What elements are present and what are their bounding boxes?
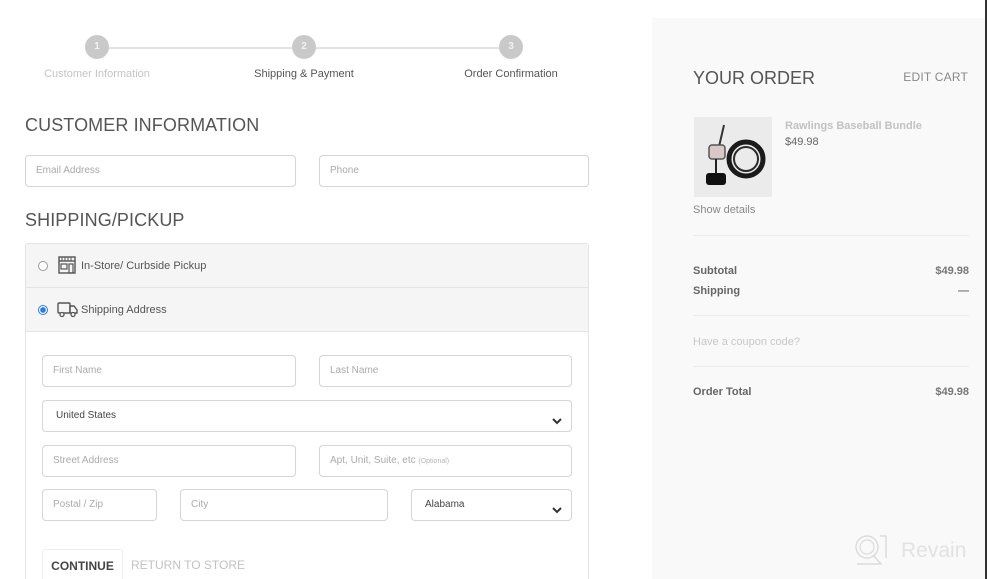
return-to-store-link[interactable]: RETURN TO STORE bbox=[131, 558, 245, 572]
revain-watermark: Revain bbox=[853, 533, 978, 569]
shipping-row: Shipping — bbox=[693, 285, 969, 297]
last-name-field[interactable]: Last Name bbox=[319, 355, 572, 387]
step-customer-information[interactable]: 1 Customer Information bbox=[17, 35, 177, 80]
checkout-progress: 1 Customer Information 2 Shipping & Paym… bbox=[25, 35, 590, 85]
product-image bbox=[694, 117, 772, 197]
edit-cart-link[interactable]: EDIT CART bbox=[903, 70, 968, 84]
coupon-link[interactable]: Have a coupon code? bbox=[693, 336, 800, 348]
divider bbox=[693, 366, 969, 367]
product-price: $49.98 bbox=[785, 136, 819, 148]
divider bbox=[693, 235, 969, 236]
apt-placeholder: Apt, Unit, Suite, etc bbox=[330, 455, 416, 466]
order-total-value: $49.98 bbox=[935, 386, 969, 398]
country-select[interactable]: United States bbox=[42, 400, 572, 432]
show-details-link[interactable]: Show details bbox=[693, 204, 755, 216]
step-shipping-payment: 2 Shipping & Payment bbox=[224, 35, 384, 80]
street-address-field[interactable]: Street Address bbox=[42, 445, 296, 477]
pickup-label: In-Store/ Curbside Pickup bbox=[81, 260, 207, 272]
step-label: Order Confirmation bbox=[464, 68, 558, 80]
state-value: Alabama bbox=[425, 499, 465, 510]
shipping-value: — bbox=[958, 285, 969, 297]
order-total-label: Order Total bbox=[693, 386, 752, 398]
step-number: 1 bbox=[85, 35, 109, 59]
subtotal-value: $49.98 bbox=[935, 265, 969, 277]
first-name-field[interactable]: First Name bbox=[42, 355, 296, 387]
step-label: Shipping & Payment bbox=[254, 68, 354, 80]
revain-logo-icon bbox=[855, 535, 887, 565]
postal-field[interactable]: Postal / Zip bbox=[42, 489, 157, 521]
order-summary-panel: YOUR ORDER EDIT CART Rawlings Baseball B… bbox=[652, 18, 985, 579]
order-total-row: Order Total $49.98 bbox=[693, 386, 969, 398]
continue-button[interactable]: CONTINUE bbox=[42, 549, 123, 579]
shipping-address-option[interactable]: Shipping Address bbox=[26, 288, 588, 332]
shipping-heading: SHIPPING/PICKUP bbox=[25, 210, 185, 230]
truck-icon bbox=[57, 300, 78, 318]
state-select[interactable]: Alabama bbox=[411, 489, 572, 521]
shipping-address-radio[interactable] bbox=[38, 305, 48, 315]
order-title: YOUR ORDER bbox=[693, 68, 816, 88]
step-order-confirmation: 3 Order Confirmation bbox=[431, 35, 591, 80]
pickup-radio[interactable] bbox=[38, 261, 48, 271]
pickup-option[interactable]: In-Store/ Curbside Pickup bbox=[26, 244, 588, 288]
customer-info-heading: CUSTOMER INFORMATION bbox=[25, 115, 260, 135]
chevron-down-icon bbox=[551, 499, 563, 514]
step-number: 3 bbox=[499, 35, 523, 59]
subtotal-label: Subtotal bbox=[693, 265, 737, 277]
step-number: 2 bbox=[292, 35, 316, 59]
divider bbox=[693, 315, 969, 316]
phone-field[interactable]: Phone bbox=[319, 155, 589, 187]
subtotal-row: Subtotal $49.98 bbox=[693, 265, 969, 277]
apt-field[interactable]: Apt, Unit, Suite, etc (Optional) bbox=[319, 445, 572, 477]
chevron-down-icon bbox=[551, 410, 563, 425]
product-name[interactable]: Rawlings Baseball Bundle bbox=[785, 120, 922, 132]
step-label: Customer Information bbox=[44, 68, 150, 80]
country-value: United States bbox=[56, 410, 117, 421]
storefront-icon bbox=[57, 256, 77, 274]
watermark-text: Revain bbox=[901, 539, 967, 562]
apt-optional-note: (Optional) bbox=[418, 458, 450, 465]
shipping-address-label: Shipping Address bbox=[81, 304, 167, 316]
city-field[interactable]: City bbox=[180, 489, 388, 521]
shipping-label: Shipping bbox=[693, 285, 741, 297]
email-field[interactable]: Email Address bbox=[25, 155, 296, 187]
